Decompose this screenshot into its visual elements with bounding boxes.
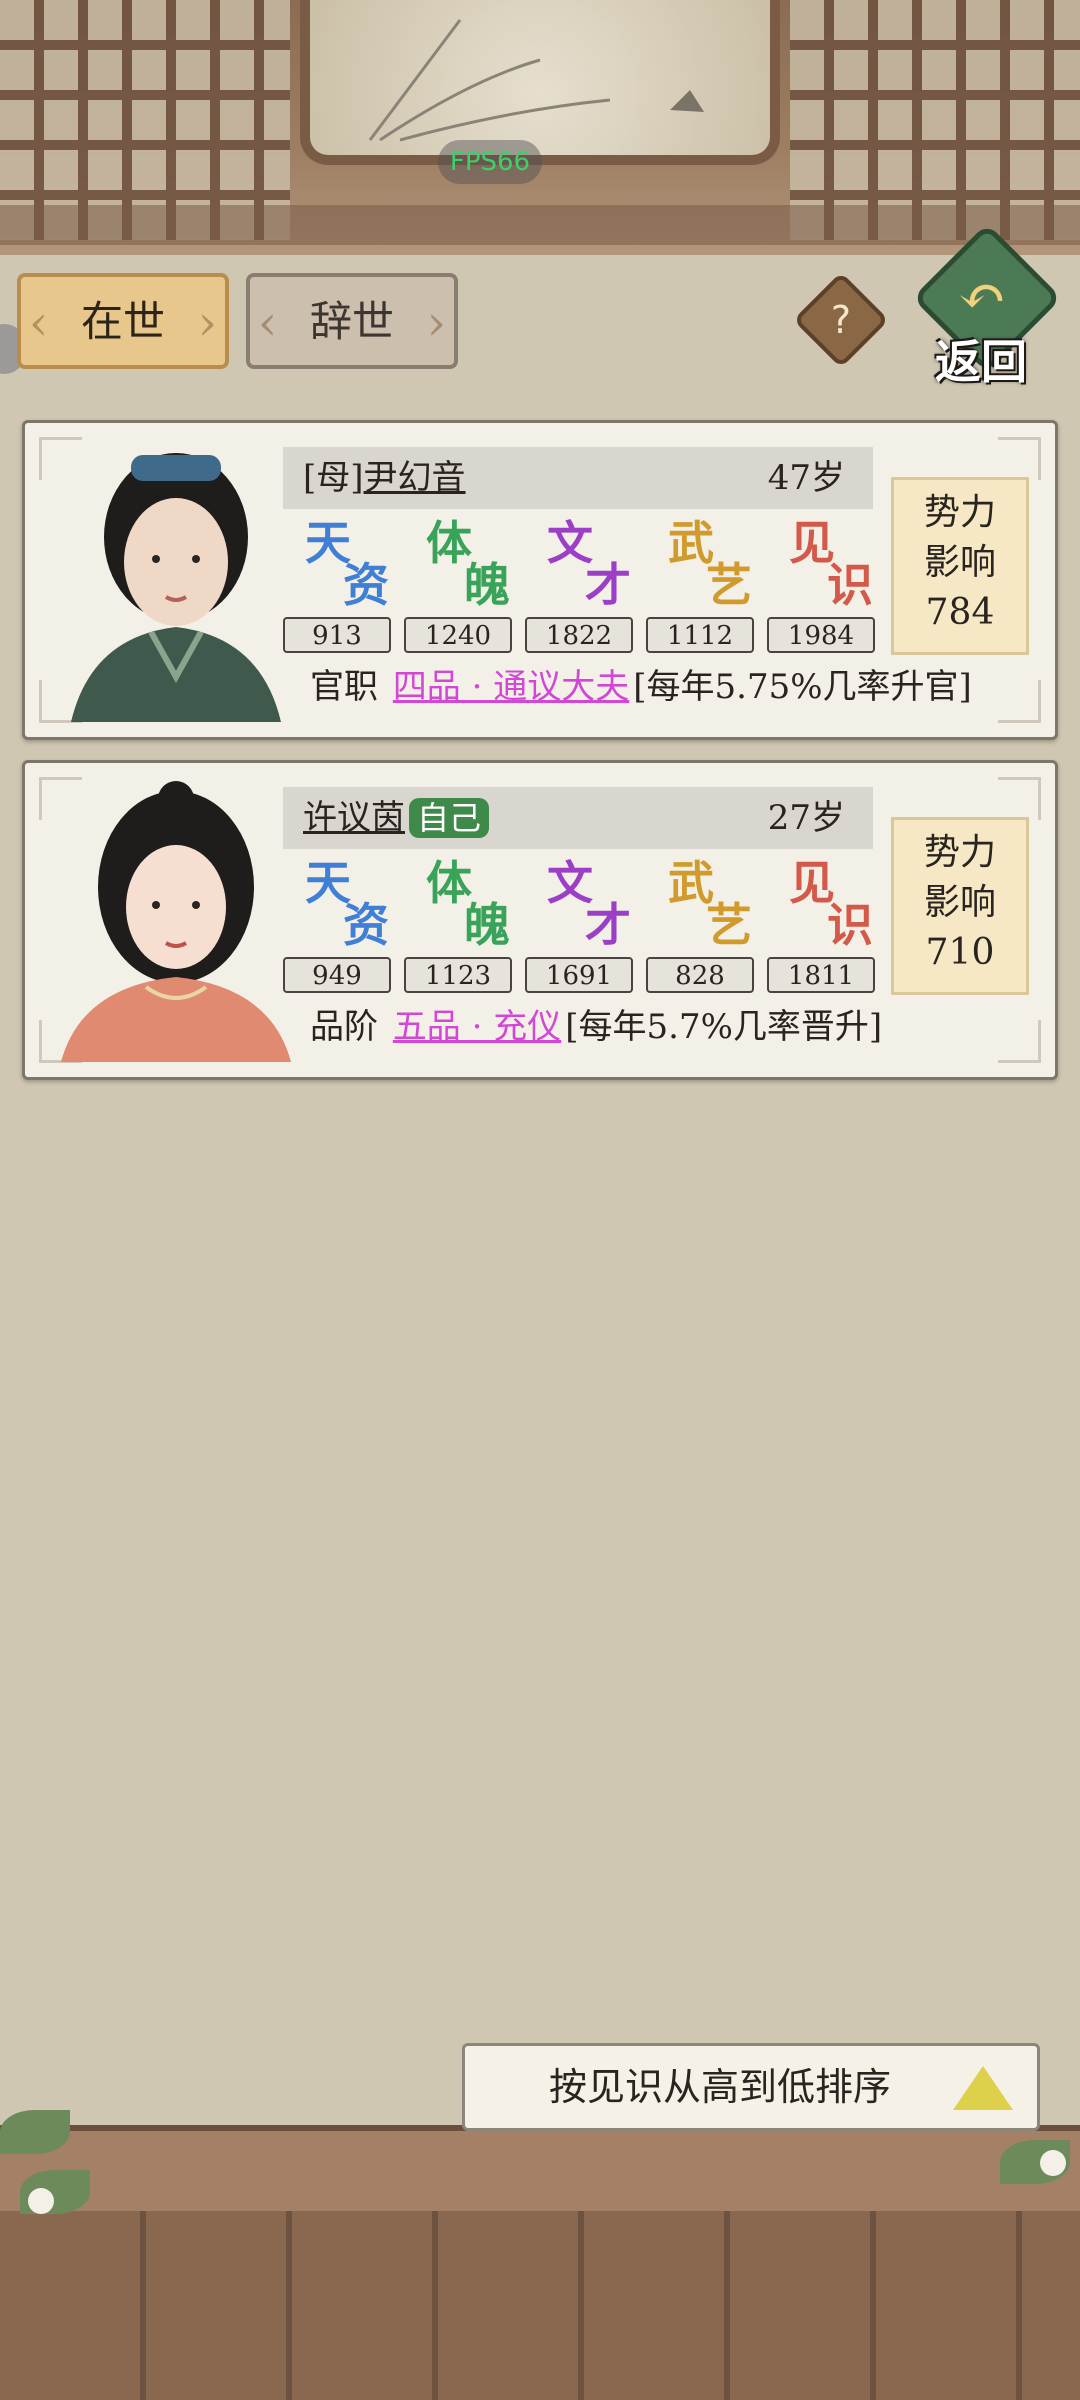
influence-label: 影响 <box>923 882 996 923</box>
stat-label-insight: 见识 <box>789 856 873 952</box>
question-icon: ? <box>830 298 852 342</box>
promotion-chance: [每年5.75%几率升官] <box>633 667 972 707</box>
stat-value-physique: 1240 <box>404 617 512 653</box>
rank-line: 品阶 五品 · 充仪 [每年5.7%几率晋升] <box>310 1001 882 1053</box>
portrait-avatar <box>51 437 301 722</box>
name-bar: 许议茵 自己 27岁 <box>283 787 873 849</box>
influence-title: 势力 <box>923 832 996 873</box>
stat-value-physique: 1123 <box>404 957 512 993</box>
relation-label: [母] <box>303 458 364 498</box>
right-lattice-window <box>790 0 1080 240</box>
influence-box: 势力 影响 784 <box>891 477 1029 655</box>
office-label: 官职 <box>310 667 378 707</box>
tab-deceased-label: 辞世 <box>309 297 394 346</box>
influence-value: 784 <box>925 592 995 633</box>
character-name: 许议茵 自己 <box>303 795 490 841</box>
stat-label-martial: 武艺 <box>668 856 752 952</box>
stat-value-insight: 1984 <box>767 617 875 653</box>
tab-alive[interactable]: ‹ 在世 › <box>17 273 229 369</box>
rank-link[interactable]: 五品 · 充仪 <box>393 1007 561 1047</box>
top-beam <box>0 205 1080 245</box>
tab-alive-label: 在世 <box>80 297 165 346</box>
stat-value-literacy: 1691 <box>525 957 633 993</box>
age-label: 27岁 <box>767 798 845 838</box>
office-line: 官职 四品 · 通议大夫 [每年5.75%几率升官] <box>310 661 972 713</box>
back-label: 返回 <box>935 335 1027 389</box>
influence-label: 影响 <box>923 542 996 583</box>
influence-box: 势力 影响 710 <box>891 817 1029 995</box>
flower-decoration <box>28 2188 54 2214</box>
sort-button[interactable]: 按见识从高到低排序 <box>462 2043 1040 2131</box>
stat-value-talent: 913 <box>283 617 391 653</box>
stat-value-talent: 949 <box>283 957 391 993</box>
stat-label-physique: 体魄 <box>426 856 510 952</box>
chevron-left-icon: ‹ <box>29 295 49 351</box>
stat-label-insight: 见识 <box>789 516 873 612</box>
stat-value-martial: 1112 <box>646 617 754 653</box>
left-lattice-window <box>0 0 290 240</box>
stat-label-literacy: 文才 <box>547 516 631 612</box>
age-label: 47岁 <box>767 458 845 498</box>
stat-label-literacy: 文才 <box>547 856 631 952</box>
stat-label-martial: 武艺 <box>668 516 752 612</box>
return-arrow-icon: ↶ <box>957 262 1007 330</box>
stat-value-martial: 828 <box>646 957 754 993</box>
stat-value-literacy: 1822 <box>525 617 633 653</box>
stat-value-insight: 1811 <box>767 957 875 993</box>
flower-decoration <box>1040 2150 1066 2176</box>
chevron-left-icon: ‹ <box>258 295 278 351</box>
name-text[interactable]: 许议茵 <box>303 798 405 838</box>
stat-label-talent: 天资 <box>305 516 389 612</box>
name-bar: [母]尹幻音 47岁 <box>283 447 873 509</box>
self-badge: 自己 <box>409 798 490 838</box>
portrait-avatar <box>51 777 301 1062</box>
character-name: [母]尹幻音 <box>303 455 466 501</box>
sort-label: 按见识从高到低排序 <box>549 2065 892 2109</box>
stat-label-talent: 天资 <box>305 856 389 952</box>
ink-painting-panel <box>300 0 780 165</box>
back-button[interactable]: ↶ 返回 <box>912 223 1062 390</box>
influence-title: 势力 <box>923 492 996 533</box>
fps-counter: FPS66 <box>438 140 542 184</box>
character-card-self[interactable]: 许议茵 自己 27岁 天资 体魄 文才 武艺 见识 949 1123 1691 8… <box>22 760 1058 1080</box>
help-button[interactable]: ? <box>792 271 890 369</box>
leaf-decoration <box>0 2110 70 2154</box>
tab-deceased[interactable]: ‹ 辞世 › <box>246 273 458 369</box>
promotion-chance: [每年5.7%几率晋升] <box>565 1007 883 1047</box>
character-card-mother[interactable]: [母]尹幻音 47岁 天资 体魄 文才 武艺 见识 913 1240 1822 … <box>22 420 1058 740</box>
rank-label: 品阶 <box>310 1007 378 1047</box>
office-rank-link[interactable]: 四品 · 通议大夫 <box>393 667 629 707</box>
chevron-right-icon: › <box>197 295 217 351</box>
orchid-painting <box>368 19 704 142</box>
stat-label-physique: 体魄 <box>426 516 510 612</box>
wooden-ledge <box>0 2125 1080 2211</box>
influence-value: 710 <box>925 932 995 973</box>
name-text[interactable]: 尹幻音 <box>364 458 466 498</box>
sort-triangle-icon <box>953 2066 1013 2110</box>
chevron-right-icon: › <box>426 295 446 351</box>
